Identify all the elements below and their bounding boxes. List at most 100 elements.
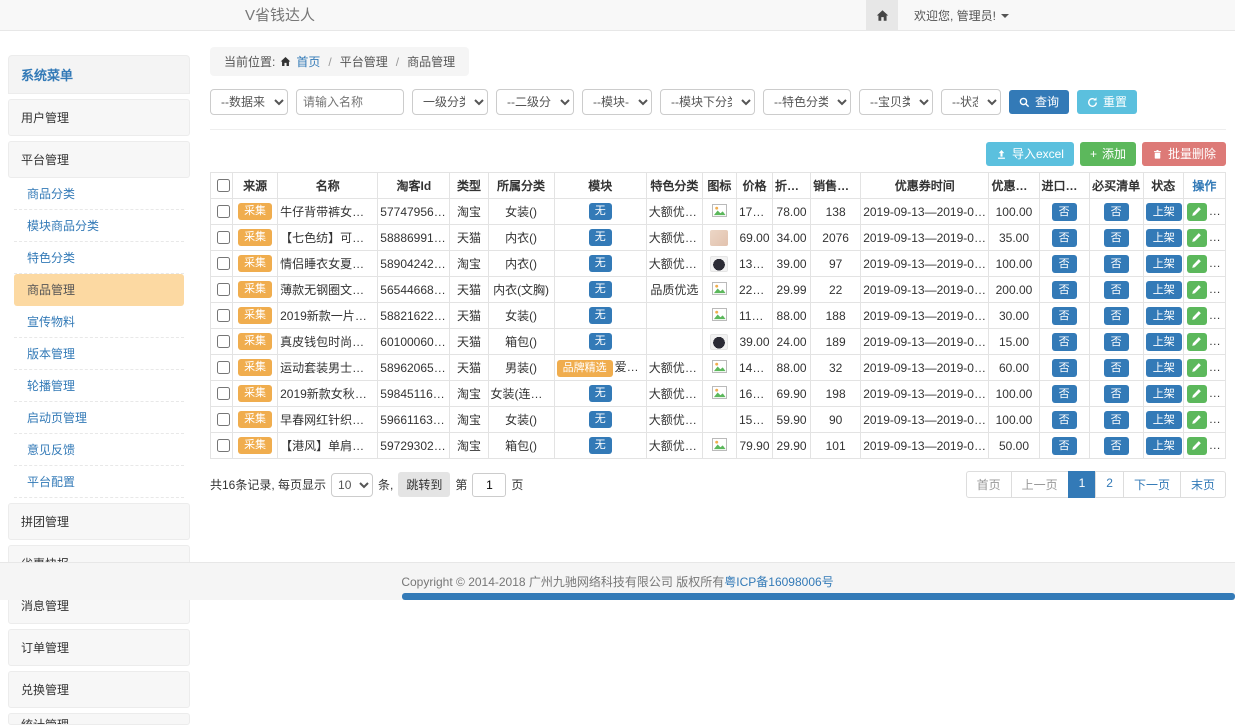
sidebar-item-15[interactable]: 订单管理 (8, 629, 190, 666)
row-checkbox[interactable] (217, 231, 230, 244)
sidebar-item-6[interactable]: 宣传物料 (14, 306, 184, 338)
edit-button[interactable] (1187, 203, 1207, 221)
state-button[interactable]: 上架 (1146, 203, 1182, 221)
must-buy-toggle[interactable]: 否 (1104, 385, 1129, 403)
coupon-time: 2019-09-13—2019-09-20 (861, 251, 989, 277)
state-button[interactable]: 上架 (1146, 385, 1182, 403)
import-select-toggle[interactable]: 否 (1052, 359, 1077, 377)
user-menu[interactable]: 欢迎您, 管理员! (914, 7, 1009, 24)
must-buy-toggle[interactable]: 否 (1104, 281, 1129, 299)
data-source-select[interactable]: --数据来源-- (210, 89, 288, 115)
row-checkbox[interactable] (217, 283, 230, 296)
add-button[interactable]: + 添加 (1080, 142, 1136, 166)
sidebar-item-4[interactable]: 特色分类 (14, 242, 184, 274)
import-select-toggle[interactable]: 否 (1052, 411, 1077, 429)
import-select-toggle[interactable]: 否 (1052, 385, 1077, 403)
must-buy-toggle[interactable]: 否 (1104, 411, 1129, 429)
level1-category-select[interactable]: 一级分类 (412, 89, 488, 115)
row-checkbox[interactable] (217, 387, 230, 400)
must-buy-toggle[interactable]: 否 (1104, 203, 1129, 221)
must-buy-toggle[interactable]: 否 (1104, 307, 1129, 325)
state-button[interactable]: 上架 (1146, 411, 1182, 429)
sidebar-item-3[interactable]: 模块商品分类 (14, 210, 184, 242)
edit-button[interactable] (1187, 333, 1207, 351)
name-search-input[interactable] (296, 89, 404, 115)
state-button[interactable]: 上架 (1146, 307, 1182, 325)
row-checkbox[interactable] (217, 257, 230, 270)
edit-button[interactable] (1187, 437, 1207, 455)
sidebar-item-16[interactable]: 兑换管理 (8, 671, 190, 708)
search-button[interactable]: 查询 (1009, 90, 1069, 114)
icp-link[interactable]: 粤ICP备16098006号 (724, 573, 833, 590)
jump-button[interactable]: 跳转到 (398, 472, 450, 497)
must-buy-toggle[interactable]: 否 (1104, 229, 1129, 247)
product-type: 天猫 (450, 329, 488, 355)
state-button[interactable]: 上架 (1146, 281, 1182, 299)
sidebar-item-12[interactable]: 拼团管理 (8, 503, 190, 540)
first-page-button[interactable]: 首页 (966, 471, 1012, 498)
sidebar-item-0[interactable]: 用户管理 (8, 99, 190, 136)
import-select-toggle[interactable]: 否 (1052, 307, 1077, 325)
sidebar-item-7[interactable]: 版本管理 (14, 338, 184, 370)
edit-button[interactable] (1187, 307, 1207, 325)
last-page-button[interactable]: 末页 (1180, 471, 1226, 498)
row-checkbox[interactable] (217, 205, 230, 218)
edit-button[interactable] (1187, 255, 1207, 273)
feature-category-select[interactable]: --特色分类-- (763, 89, 851, 115)
page-number-input[interactable] (472, 473, 506, 497)
sidebar-item-11[interactable]: 平台配置 (14, 466, 184, 498)
state-button[interactable]: 上架 (1146, 255, 1182, 273)
next-page-button[interactable]: 下一页 (1123, 471, 1181, 498)
state-button[interactable]: 上架 (1146, 333, 1182, 351)
must-buy-toggle[interactable]: 否 (1104, 359, 1129, 377)
sidebar-item-1[interactable]: 平台管理 (8, 141, 190, 178)
row-checkbox[interactable] (217, 309, 230, 322)
state-button[interactable]: 上架 (1146, 359, 1182, 377)
prev-page-button[interactable]: 上一页 (1011, 471, 1069, 498)
sidebar-item-10[interactable]: 意见反馈 (14, 434, 184, 466)
trash-icon (1152, 149, 1163, 160)
must-buy-toggle[interactable]: 否 (1104, 255, 1129, 273)
edit-button[interactable] (1187, 229, 1207, 247)
row-checkbox[interactable] (217, 439, 230, 452)
import-select-toggle[interactable]: 否 (1052, 437, 1077, 455)
sidebar-item-2[interactable]: 商品分类 (14, 178, 184, 210)
sidebar-item-5[interactable]: 商品管理 (14, 274, 184, 306)
home-button[interactable] (866, 0, 898, 31)
page-1-button[interactable]: 1 (1068, 471, 1097, 498)
edit-button[interactable] (1187, 411, 1207, 429)
edit-button[interactable] (1187, 281, 1207, 299)
sidebar-item-8[interactable]: 轮播管理 (14, 370, 184, 402)
item-type-select[interactable]: --宝贝类型-- (859, 89, 933, 115)
state-button[interactable]: 上架 (1146, 229, 1182, 247)
import-select-toggle[interactable]: 否 (1052, 229, 1077, 247)
import-select-toggle[interactable]: 否 (1052, 255, 1077, 273)
import-excel-button[interactable]: 导入excel (986, 142, 1074, 166)
horizontal-scrollbar-thumb[interactable] (402, 593, 1235, 600)
page-2-button[interactable]: 2 (1095, 471, 1124, 498)
import-select-toggle[interactable]: 否 (1052, 333, 1077, 351)
edit-button[interactable] (1187, 385, 1207, 403)
must-buy-toggle[interactable]: 否 (1104, 333, 1129, 351)
row-checkbox[interactable] (217, 413, 230, 426)
sidebar-item-9[interactable]: 启动页管理 (14, 402, 184, 434)
row-checkbox[interactable] (217, 361, 230, 374)
reset-button[interactable]: 重置 (1077, 90, 1137, 114)
sidebar-item-17[interactable]: 统计管理 (8, 713, 190, 725)
edit-button[interactable] (1187, 359, 1207, 377)
import-select-toggle[interactable]: 否 (1052, 203, 1077, 221)
pager: 首页 上一页 1 2 下一页 末页 (966, 471, 1226, 498)
status-select[interactable]: --状态-- (941, 89, 1001, 115)
batch-delete-button[interactable]: 批量删除 (1142, 142, 1226, 166)
import-select-toggle[interactable]: 否 (1052, 281, 1077, 299)
module-subcategory-select[interactable]: --模块下分类-- (660, 89, 755, 115)
must-buy-toggle[interactable]: 否 (1104, 437, 1129, 455)
state-button[interactable]: 上架 (1146, 437, 1182, 455)
module-select[interactable]: --模块-- (582, 89, 652, 115)
page-size-select[interactable]: 10 (331, 473, 373, 497)
level2-category-select[interactable]: --二级分类-- (496, 89, 574, 115)
select-all-checkbox[interactable] (217, 179, 230, 192)
row-checkbox[interactable] (217, 335, 230, 348)
coupon-amount: 35.00 (989, 225, 1039, 251)
breadcrumb-home-link[interactable]: 首页 (296, 53, 320, 70)
